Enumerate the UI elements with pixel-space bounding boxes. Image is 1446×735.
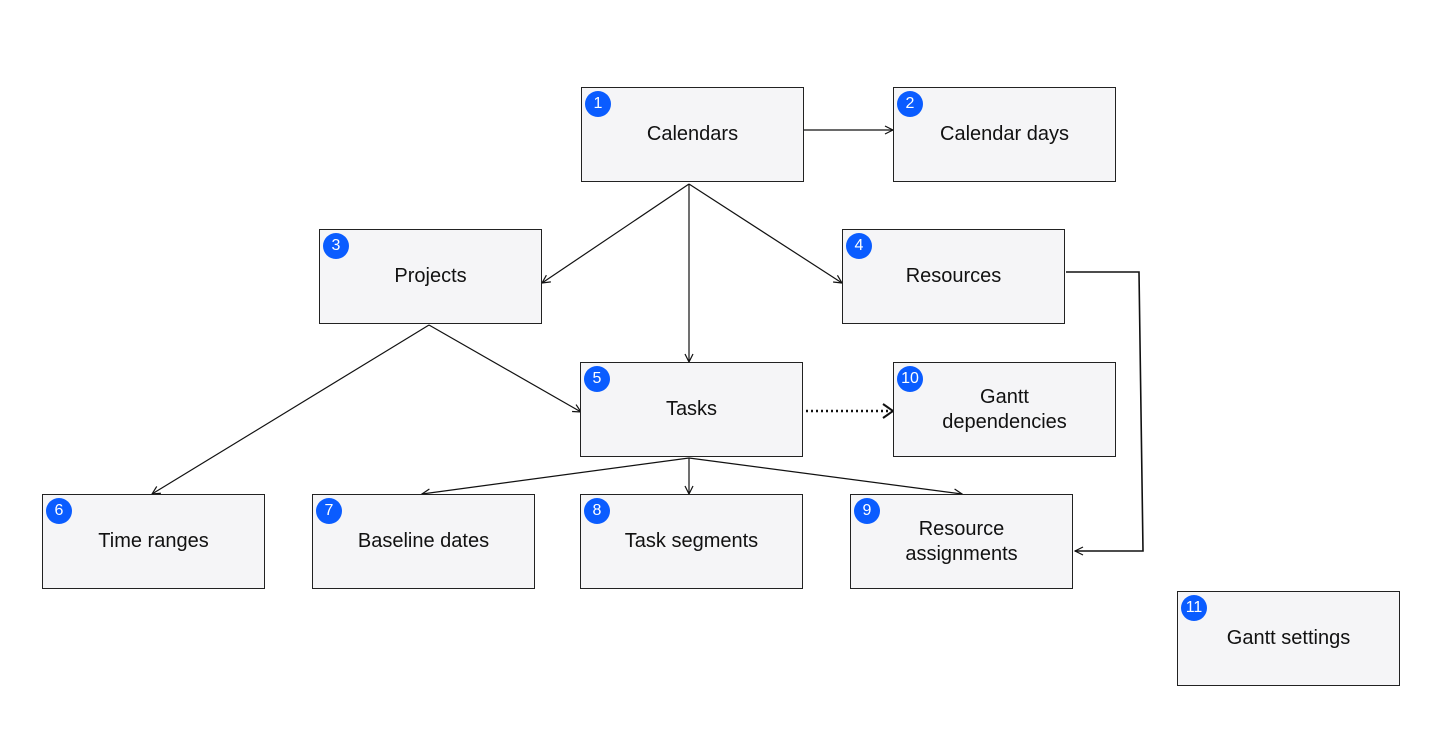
number-badge: 10 <box>897 366 923 392</box>
number-badge: 8 <box>584 498 610 524</box>
node-label: Tasks <box>665 398 718 420</box>
edge-calendars-to-projects <box>542 183 690 283</box>
edge-tasks-to-resource-assignments <box>688 457 962 494</box>
node-time-ranges: 6 Time ranges <box>42 494 265 589</box>
number-badge: 6 <box>46 498 72 524</box>
node-label: Time ranges <box>98 530 209 552</box>
node-label: Projects <box>394 265 467 287</box>
node-baseline-dates: 7 Baseline dates <box>312 494 535 589</box>
number-badge: 9 <box>854 498 880 524</box>
number-badge: 2 <box>897 91 923 117</box>
edge-projects-to-tasks <box>428 324 581 412</box>
number-badge: 7 <box>316 498 342 524</box>
edge-tasks-to-baseline-dates <box>422 457 690 494</box>
node-label: Baseline dates <box>357 530 490 552</box>
node-label: Calendars <box>646 123 739 145</box>
node-resources: 4 Resources <box>842 229 1065 324</box>
node-calendars: 1 Calendars <box>581 87 804 182</box>
node-label: Gantt settings <box>1226 627 1351 649</box>
node-tasks: 5 Tasks <box>580 362 803 457</box>
number-badge: 11 <box>1181 595 1207 621</box>
node-label: Resource assignments <box>905 517 1018 565</box>
number-badge: 3 <box>323 233 349 259</box>
number-badge: 5 <box>584 366 610 392</box>
edge-projects-to-time-ranges <box>152 324 430 494</box>
number-badge: 4 <box>846 233 872 259</box>
node-label: Calendar days <box>940 123 1069 145</box>
node-calendar-days: 2 Calendar days <box>893 87 1116 182</box>
number-badge: 1 <box>585 91 611 117</box>
node-gantt-dependencies: 10 Gantt dependencies <box>893 362 1116 457</box>
node-label: Task segments <box>624 530 759 552</box>
edge-calendars-to-resources <box>688 183 842 283</box>
node-gantt-settings: 11 Gantt settings <box>1177 591 1400 686</box>
node-task-segments: 8 Task segments <box>580 494 803 589</box>
node-label: Gantt dependencies <box>942 385 1067 433</box>
node-resource-assignments: 9 Resource assignments <box>850 494 1073 589</box>
node-label: Resources <box>905 265 1002 287</box>
node-projects: 3 Projects <box>319 229 542 324</box>
